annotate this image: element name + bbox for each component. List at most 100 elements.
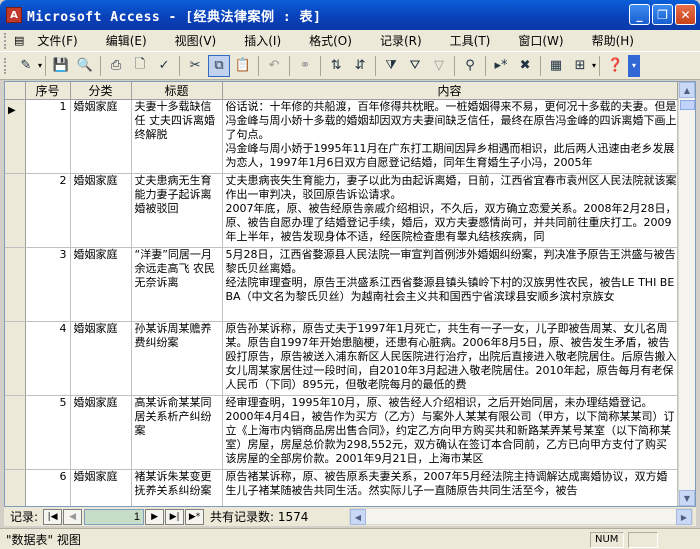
cell-content[interactable]: 俗话说：十年修的共船渡，百年修得共枕眠。一桩婚姻得来不易，更何况十多载的夫妻。但… — [222, 99, 678, 174]
cell-category[interactable]: 婚姻家庭 — [70, 247, 132, 322]
toolbar-grip[interactable] — [4, 57, 8, 74]
next-record-icon[interactable]: ▶ — [145, 508, 165, 525]
scroll-down-icon[interactable]: ▼ — [679, 490, 695, 506]
cell-category[interactable]: 婚姻家庭 — [70, 321, 132, 396]
cell-content[interactable]: 原告褚某诉称，原、被告原系夫妻关系，2007年5月经法院主持调解达成离婚协议，双… — [222, 469, 678, 506]
table-row[interactable]: 6 婚姻家庭 褚某诉朱某变更抚养关系纠纷案 原告褚某诉称，原、被告原系夫妻关系，200… — [5, 469, 678, 506]
menu-format[interactable]: 格式(O) — [302, 30, 359, 51]
close-button[interactable]: ✕ — [675, 4, 696, 25]
print-preview-icon[interactable]: 🗋 — [129, 55, 151, 77]
column-header-title[interactable]: 标题 — [131, 82, 223, 100]
select-all-corner[interactable] — [5, 82, 26, 100]
cell-id[interactable]: 5 — [25, 395, 71, 470]
scroll-thumb[interactable] — [680, 100, 695, 110]
cell-title[interactable]: 高某诉俞某某同居关系析产纠纷案 — [131, 395, 223, 470]
table-row[interactable]: 5 婚姻家庭 高某诉俞某某同居关系析产纠纷案 经审理查明，1995年10月，原、被告经… — [5, 395, 678, 470]
column-header-category[interactable]: 分类 — [70, 82, 132, 100]
menu-insert[interactable]: 插入(I) — [237, 30, 288, 51]
print-icon[interactable]: ⎙ — [105, 55, 127, 77]
search-file-icon[interactable]: 🔍 — [74, 55, 96, 77]
current-record-input[interactable] — [84, 508, 145, 525]
cell-id[interactable]: 6 — [25, 469, 71, 506]
new-object-dropdown-icon[interactable]: ▾ — [592, 61, 596, 70]
table-row[interactable]: 3 婚姻家庭 “洋妻”同居一月余远走高飞 农民无奈诉离 5月28日，江西省婺源县人民法… — [5, 247, 678, 322]
previous-record-icon[interactable]: ◀ — [63, 508, 83, 525]
record-icon[interactable]: ▤ — [14, 34, 24, 47]
last-record-icon[interactable]: ▶| — [165, 508, 185, 525]
cell-content-text: 经审理查明，1995年10月，原、被告经人介绍相识，之后开始同居，未办理结婚登记… — [225, 396, 675, 465]
help-icon[interactable]: ❓ — [604, 55, 626, 77]
cell-content[interactable]: 5月28日，江西省婺源县人民法院一审宣判首例涉外婚姻纠纷案，判决准予原告王洪盛与… — [222, 247, 678, 322]
cell-id[interactable]: 3 — [25, 247, 71, 322]
cell-id[interactable]: 4 — [25, 321, 71, 396]
new-object-icon[interactable]: ⊞ — [569, 55, 591, 77]
cell-category[interactable]: 婚姻家庭 — [70, 173, 132, 248]
new-record-nav-icon[interactable]: ▶* — [185, 508, 205, 525]
record-selector[interactable] — [5, 173, 26, 248]
cell-title[interactable]: 夫妻十多载缺信任 丈夫四诉离婚终解脱 — [131, 99, 223, 174]
first-record-icon[interactable]: |◀ — [43, 508, 63, 525]
cell-title[interactable]: 丈夫患病无生育能力妻子起诉离婚被驳回 — [131, 173, 223, 248]
scroll-up-icon[interactable]: ▲ — [679, 82, 695, 98]
cell-title[interactable]: 褚某诉朱某变更抚养关系纠纷案 — [131, 469, 223, 506]
cell-content[interactable]: 经审理查明，1995年10月，原、被告经人介绍相识，之后开始同居，未办理结婚登记… — [222, 395, 678, 470]
sort-descending-icon[interactable]: ⇵ — [349, 55, 371, 77]
view-dropdown-arrow-icon[interactable]: ▾ — [38, 61, 42, 70]
undo-icon[interactable]: ↶ — [263, 55, 285, 77]
minimize-button[interactable]: _ — [629, 4, 650, 25]
record-selector[interactable] — [5, 469, 26, 506]
cell-category[interactable]: 婚姻家庭 — [70, 99, 132, 174]
cell-id[interactable]: 2 — [25, 173, 71, 248]
delete-record-icon[interactable]: ✖ — [514, 55, 536, 77]
cell-content[interactable]: 丈夫患病丧失生育能力，妻子以此为由起诉离婚，日前，江西省宜春市袁州区人民法院就该… — [222, 173, 678, 248]
record-selector[interactable] — [5, 247, 26, 322]
scroll-right-icon[interactable]: ▶ — [676, 509, 692, 525]
cell-category-text: 婚姻家庭 — [73, 470, 118, 483]
spelling-icon[interactable]: ✓ — [153, 55, 175, 77]
toolbar-options-icon[interactable]: ▾ — [628, 54, 641, 77]
menu-records[interactable]: 记录(R) — [373, 30, 429, 51]
column-header-id[interactable]: 序号 — [25, 82, 71, 100]
scroll-left-icon[interactable]: ◀ — [350, 509, 366, 525]
cell-title[interactable]: 孙某诉周某赡养费纠纷案 — [131, 321, 223, 396]
record-selector[interactable] — [5, 395, 26, 470]
menu-tools[interactable]: 工具(T) — [443, 30, 498, 51]
menu-file[interactable]: 文件(F) — [30, 30, 84, 51]
cut-icon[interactable]: ✂ — [184, 55, 206, 77]
cell-content-text: 5月28日，江西省婺源县人民法院一审宣判首例涉外婚姻纠纷案，判决准予原告王洪盛与… — [225, 248, 676, 303]
restore-button[interactable]: ❐ — [652, 4, 673, 25]
database-window-icon[interactable]: ▦ — [545, 55, 567, 77]
paste-icon[interactable]: 📋 — [232, 55, 254, 77]
record-selector[interactable]: ▶ — [5, 99, 26, 174]
vertical-scrollbar[interactable]: ▲ ▼ — [678, 82, 695, 506]
cell-id[interactable]: 1 — [25, 99, 71, 174]
cell-category[interactable]: 婚姻家庭 — [70, 469, 132, 506]
menu-view[interactable]: 视图(V) — [168, 30, 224, 51]
table-row[interactable]: 4 婚姻家庭 孙某诉周某赡养费纠纷案 原告孙某诉称，原告丈夫于1997年1月死亡，共生… — [5, 321, 678, 396]
column-header-content[interactable]: 内容 — [222, 82, 678, 100]
apply-filter-icon[interactable]: ▽ — [428, 55, 450, 77]
view-icon[interactable]: ✎ — [15, 55, 37, 77]
new-record-icon[interactable]: ▸* — [490, 55, 512, 77]
find-icon[interactable]: ⚲ — [459, 55, 481, 77]
menu-help[interactable]: 帮助(H) — [585, 30, 641, 51]
record-selector[interactable] — [5, 321, 26, 396]
cell-category[interactable]: 婚姻家庭 — [70, 395, 132, 470]
save-icon[interactable]: 💾 — [50, 55, 72, 77]
cell-content[interactable]: 原告孙某诉称，原告丈夫于1997年1月死亡，共生有一子一女，儿子即被告周某、女儿… — [222, 321, 678, 396]
table-row[interactable]: ▶ 1 婚姻家庭 夫妻十多载缺信任 丈夫四诉离婚终解脱 俗话说：十年修的共船渡，百年修得… — [5, 99, 678, 174]
cell-category-text: 婚姻家庭 — [73, 322, 118, 335]
cell-id-text: 6 — [59, 470, 67, 483]
filter-by-selection-icon[interactable]: ⧩ — [380, 55, 402, 77]
menubar-grip[interactable] — [4, 32, 8, 49]
access-app-icon[interactable]: A — [6, 7, 22, 23]
horizontal-scrollbar[interactable]: ◀ ▶ — [349, 508, 693, 525]
table-row[interactable]: 2 婚姻家庭 丈夫患病无生育能力妻子起诉离婚被驳回 丈夫患病丧失生育能力，妻子以此为由… — [5, 173, 678, 248]
menu-edit[interactable]: 编辑(E) — [99, 30, 154, 51]
sort-ascending-icon[interactable]: ⇅ — [325, 55, 347, 77]
hyperlink-icon[interactable]: ⚭ — [294, 55, 316, 77]
copy-icon[interactable]: ⧉ — [208, 54, 231, 77]
cell-title[interactable]: “洋妻”同居一月余远走高飞 农民无奈诉离 — [131, 247, 223, 322]
filter-by-form-icon[interactable]: ⛛ — [404, 55, 426, 77]
menu-window[interactable]: 窗口(W) — [511, 30, 570, 51]
